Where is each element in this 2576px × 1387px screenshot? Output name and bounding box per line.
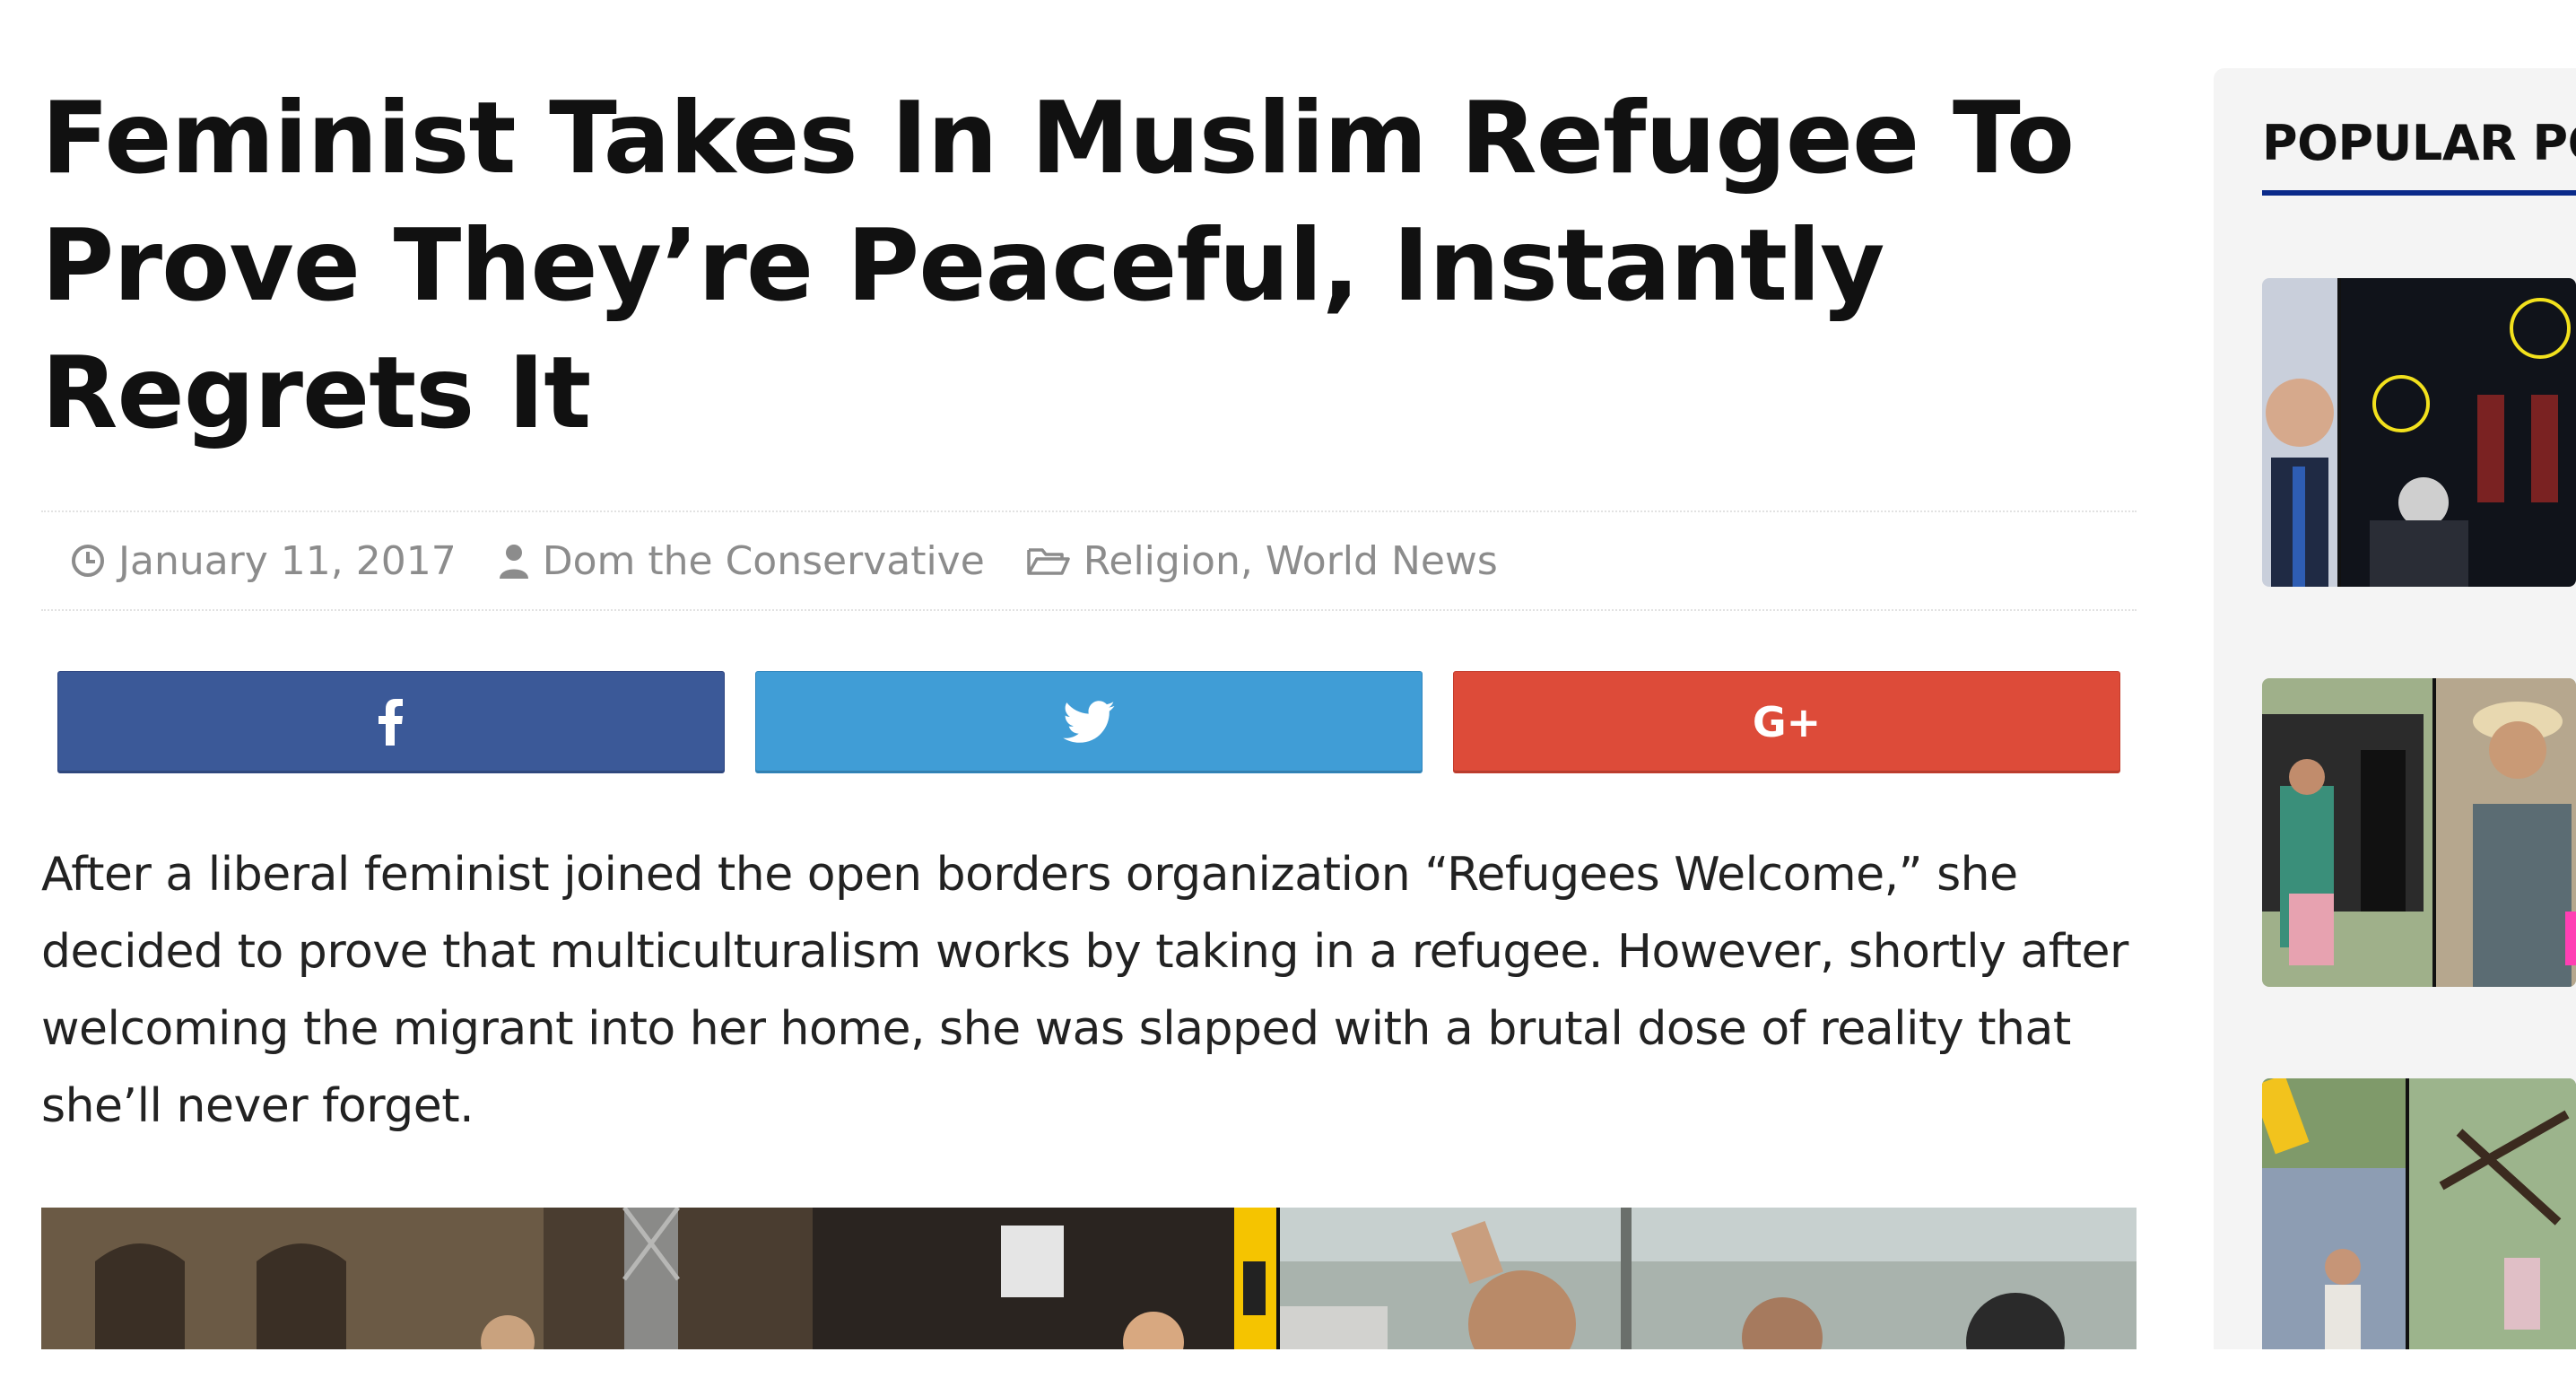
facebook-icon [379, 699, 403, 746]
facebook-share-button[interactable] [57, 671, 725, 773]
hero-image-right [1280, 1208, 2137, 1349]
user-icon [499, 545, 528, 579]
google-plus-icon: G+ [1752, 698, 1822, 746]
hero-image-left [41, 1208, 1276, 1349]
author-link[interactable]: Dom the Conservative [543, 538, 985, 584]
article-title: Feminist Takes In Muslim Refugee To Prov… [41, 81, 2075, 451]
google-plus-share-button[interactable]: G+ [1453, 671, 2120, 773]
folder-open-icon [1027, 548, 1070, 575]
category-link-world-news[interactable]: World News [1266, 538, 1498, 584]
thumbnail-image-2 [2262, 678, 2576, 987]
heading-underline [2262, 190, 2576, 196]
popular-post-thumbnail-3[interactable] [2262, 1078, 2576, 1387]
meta-categories: Religion, World News [1026, 538, 1498, 584]
sidebar: POPULAR PO [2214, 68, 2576, 1349]
popular-post-thumbnail-2[interactable] [2262, 678, 2576, 987]
crowd-scene-right [1280, 1208, 2137, 1349]
category-separator: , [1240, 537, 1253, 584]
crowd-scene-left [41, 1208, 1276, 1349]
meta-author: Dom the Conservative [498, 538, 985, 584]
twitter-share-button[interactable] [755, 671, 1423, 773]
twitter-icon [1063, 701, 1115, 743]
post-date[interactable]: January 11, 2017 [118, 538, 457, 584]
category-link-religion[interactable]: Religion [1083, 538, 1240, 584]
article-meta: January 11, 2017 Dom the Conservative Re… [41, 510, 2137, 611]
article-hero-image [41, 1208, 2137, 1349]
thumbnail-image-3 [2262, 1078, 2576, 1349]
clock-icon [72, 545, 104, 577]
popular-posts-heading: POPULAR PO [2262, 115, 2576, 171]
article-intro: After a liberal feminist joined the open… [41, 848, 2128, 1133]
popular-post-thumbnail-1[interactable] [2262, 278, 2576, 587]
share-buttons: G+ [57, 671, 2120, 775]
meta-date: January 11, 2017 [70, 538, 457, 584]
thumbnail-image-1 [2262, 278, 2576, 587]
